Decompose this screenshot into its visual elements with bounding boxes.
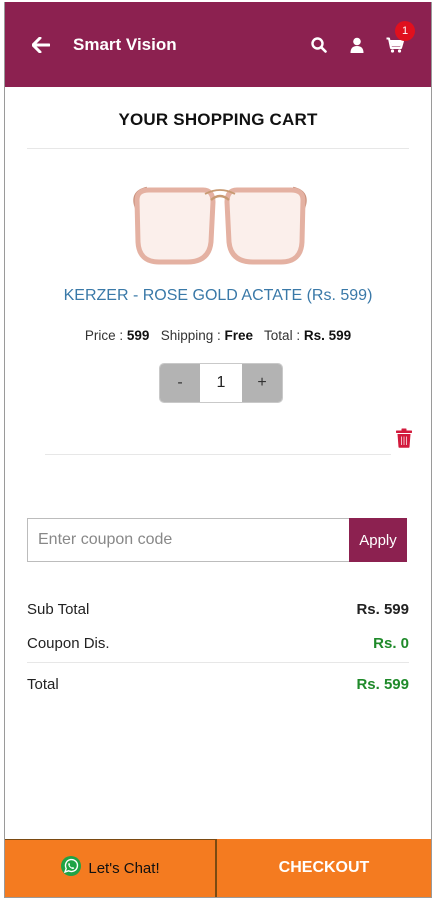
order-summary: Sub Total Rs. 599 Coupon Dis. Rs. 0 Tota… <box>27 592 409 701</box>
chat-button[interactable]: Let's Chat! <box>5 839 217 897</box>
divider <box>27 662 409 663</box>
subtotal-value: Rs. 599 <box>356 600 409 618</box>
subtotal-label: Sub Total <box>27 600 90 618</box>
page-title: YOUR SHOPPING CART <box>118 110 318 129</box>
coupon-form: Apply <box>27 518 407 562</box>
item-total-label: Total : <box>264 328 301 343</box>
total-value: Rs. 599 <box>356 675 409 693</box>
trash-icon[interactable] <box>395 428 413 448</box>
cart-icon[interactable]: 1 <box>385 20 415 55</box>
app-title: Smart Vision <box>73 34 177 54</box>
whatsapp-icon <box>60 855 82 882</box>
item-total-value: Rs. 599 <box>303 328 352 343</box>
user-icon[interactable] <box>347 35 367 55</box>
shipping-value: Free <box>224 328 254 343</box>
apply-coupon-button[interactable]: Apply <box>349 518 407 562</box>
back-arrow-icon[interactable] <box>29 33 53 57</box>
product-image[interactable] <box>125 170 315 280</box>
total-label: Total <box>27 675 59 693</box>
price-details: Price : 599 Shipping : Free Total : Rs. … <box>5 328 431 343</box>
product-name-link[interactable]: KERZER - ROSE GOLD ACTATE (Rs. 599) <box>5 287 431 305</box>
divider <box>27 148 409 149</box>
coupon-input[interactable] <box>27 518 349 562</box>
search-icon[interactable] <box>309 35 329 55</box>
quantity-value: 1 <box>200 364 242 402</box>
shipping-label: Shipping : <box>160 328 221 343</box>
price-value: 599 <box>126 328 150 343</box>
discount-row: Coupon Dis. Rs. 0 <box>27 626 409 660</box>
total-row: Total Rs. 599 <box>27 667 409 701</box>
discount-value: Rs. 0 <box>373 634 409 652</box>
decrement-button[interactable]: - <box>160 364 200 402</box>
app-header: Smart Vision 1 <box>5 2 431 87</box>
increment-button[interactable]: + <box>242 364 282 402</box>
divider <box>45 454 391 455</box>
bottom-action-bar: Let's Chat! CHECKOUT <box>5 839 431 897</box>
quantity-stepper: - 1 + <box>160 364 282 402</box>
checkout-button[interactable]: CHECKOUT <box>217 839 431 897</box>
price-label: Price : <box>84 328 124 343</box>
subtotal-row: Sub Total Rs. 599 <box>27 592 409 626</box>
cart-count-badge: 1 <box>395 20 415 41</box>
discount-label: Coupon Dis. <box>27 634 110 652</box>
app-frame: Smart Vision 1 YOUR SHOPPING CART KERZER… <box>4 2 432 898</box>
chat-label: Let's Chat! <box>88 860 160 877</box>
